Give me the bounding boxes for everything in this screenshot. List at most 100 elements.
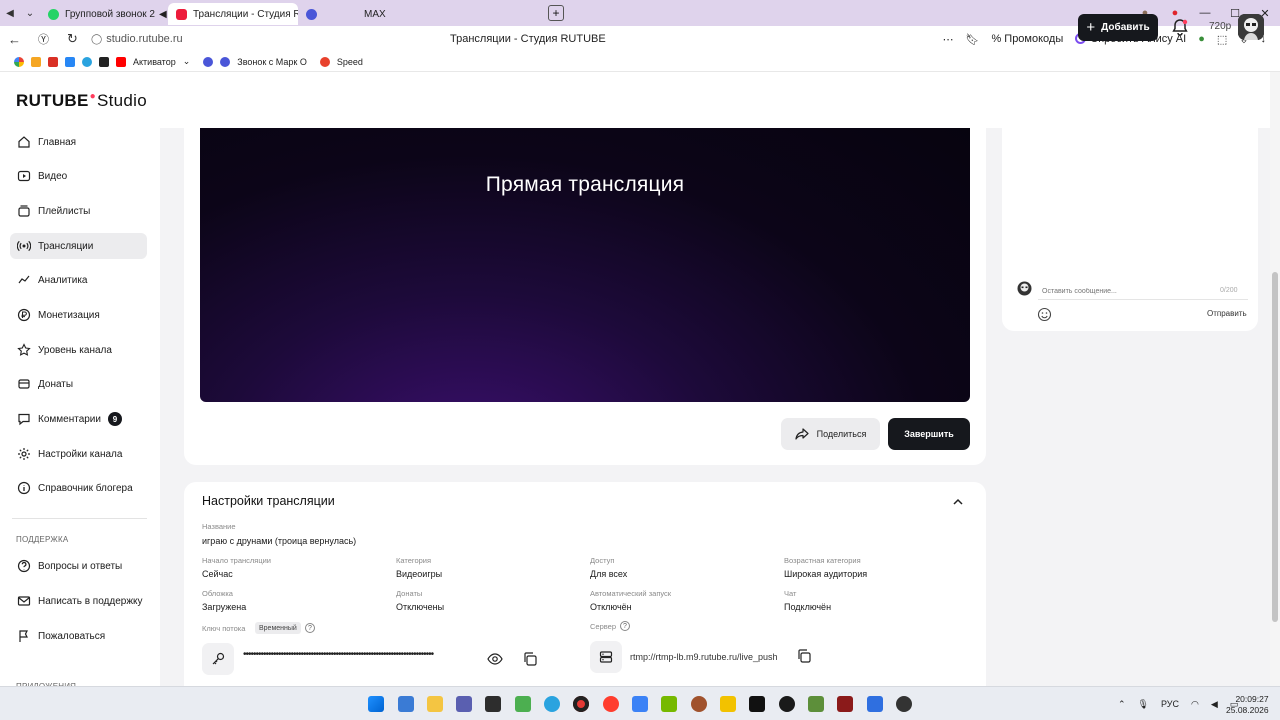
site-info-icon[interactable]: ◯ [91, 34, 102, 45]
sidebar-item-donations[interactable]: Донаты [10, 371, 147, 397]
eye-icon[interactable] [487, 651, 503, 667]
google-icon[interactable] [14, 56, 24, 67]
chat-message-input[interactable] [1038, 284, 1248, 300]
record-app-icon[interactable] [573, 696, 589, 712]
quality-label[interactable]: 720p [1209, 21, 1231, 32]
clock-date: 25.08.2026 [1226, 705, 1269, 715]
stream-key-button[interactable] [202, 643, 234, 675]
bell-icon[interactable] [1171, 18, 1189, 36]
image-app-icon[interactable] [515, 696, 531, 712]
unreal-icon[interactable] [779, 696, 795, 712]
mail-icon[interactable] [31, 56, 41, 67]
sidebar-item-monetization[interactable]: Монетизация [10, 302, 147, 328]
speed-icon[interactable] [319, 56, 330, 67]
blue-app-icon[interactable] [867, 696, 883, 712]
bookmarks-bar: Активатор ⌄ Звонок с Марк О Speed [0, 52, 1280, 72]
url-text[interactable]: studio.rutube.ru [106, 33, 182, 45]
send-message-button[interactable]: Отправить [1207, 309, 1247, 318]
sidebar-item-blogger-guide[interactable]: Справочник блогера [10, 475, 147, 501]
bookmark-call[interactable]: Звонок с Марк О [237, 57, 307, 67]
tabs-dropdown-icon[interactable]: ⌄ [20, 3, 40, 23]
field-value-chat: Подключён [784, 602, 832, 612]
share-button[interactable]: Поделиться [781, 418, 880, 450]
nvidia-icon[interactable] [661, 696, 677, 712]
file-explorer-icon[interactable] [427, 696, 443, 712]
sidebar-item-faq[interactable]: Вопросы и ответы [10, 553, 147, 579]
chevron-up-tray-icon[interactable]: ⌃ [1118, 699, 1126, 710]
yandex-browser-icon[interactable] [603, 696, 619, 712]
tab-blank[interactable] [298, 3, 338, 25]
new-tab-button[interactable]: + [548, 5, 564, 21]
more-icon[interactable]: ⋯ [942, 33, 953, 46]
bookmark-activator[interactable]: Активатор [133, 57, 176, 67]
tab-title: Групповой звонок 2 [65, 8, 155, 20]
yandex-icon[interactable]: Ⓨ [29, 31, 58, 47]
roblox-icon[interactable] [99, 56, 109, 67]
rutube-studio-logo[interactable]: RUTUBE●Studio [16, 91, 147, 111]
video-player[interactable]: Прямая трансляция [200, 128, 970, 402]
server-help-icon[interactable]: ? [620, 621, 630, 631]
promocodes-button[interactable]: % Промокоды [991, 33, 1063, 45]
field-label-start: Начало трансляции [202, 556, 271, 565]
sidebar-item-channel-level[interactable]: Уровень канала [10, 337, 147, 363]
sidebar-item-channel-settings[interactable]: Настройки канала [10, 441, 147, 467]
clock[interactable]: 20:09:27 25.08.2026 [1226, 694, 1269, 716]
call-app-icon[interactable] [203, 56, 214, 67]
tab-group-call[interactable]: Групповой звонок 2 ◀ [40, 3, 168, 25]
sidebar-item-home[interactable]: Главная [10, 129, 147, 155]
field-value-donations: Отключены [396, 602, 445, 612]
sidebar-item-analytics[interactable]: Аналитика [10, 267, 147, 293]
extension-icon[interactable]: ● [1198, 33, 1205, 45]
sidebar-item-video[interactable]: Видео [10, 163, 147, 189]
wifi-icon[interactable]: ◠ [1191, 699, 1199, 710]
terminal-app-icon[interactable] [485, 696, 501, 712]
game-app-icon[interactable] [456, 696, 472, 712]
obs-icon[interactable] [896, 696, 912, 712]
tab-rutube-studio[interactable]: Трансляции - Студия R ✕ [168, 3, 298, 25]
scrollbar-thumb[interactable] [1272, 272, 1278, 622]
windows-start-icon[interactable] [368, 696, 384, 712]
server-button[interactable] [590, 641, 622, 673]
add-button[interactable]: + Добавить [1078, 14, 1158, 41]
question-icon [17, 559, 31, 573]
emoji-icon[interactable] [1037, 307, 1052, 322]
telegram-taskbar-icon[interactable] [544, 696, 560, 712]
sidebar-item-write-support[interactable]: Написать в поддержку [10, 588, 147, 614]
telegram-icon[interactable] [82, 56, 92, 67]
red-app-icon[interactable] [837, 696, 853, 712]
language-indicator[interactable]: РУС [1161, 699, 1179, 709]
capcut-icon[interactable] [749, 696, 765, 712]
reload-icon[interactable]: ↻ [58, 31, 87, 47]
tab-max[interactable]: MAX [338, 3, 408, 25]
bookmark-speed[interactable]: Speed [337, 57, 363, 67]
sidebar-item-comments[interactable]: Комментарии 9 [10, 406, 147, 432]
call-app-icon-2[interactable] [220, 56, 231, 67]
finish-stream-button[interactable]: Завершить [888, 418, 970, 450]
copy-server-icon[interactable] [796, 648, 812, 664]
volume-icon[interactable]: ◀ [1211, 699, 1218, 710]
minimize-icon[interactable]: — [1190, 7, 1220, 19]
gmail-icon[interactable] [48, 56, 58, 67]
percent-icon: % [991, 33, 1005, 45]
back-icon[interactable]: ← [0, 32, 29, 47]
sidebar-item-playlists[interactable]: Плейлисты [10, 198, 147, 224]
bookmark-icon[interactable]: 🔖︎ [965, 33, 979, 46]
copy-key-icon[interactable] [522, 651, 538, 667]
notepad-icon[interactable] [398, 696, 414, 712]
user-avatar[interactable] [1238, 14, 1264, 40]
audio-icon[interactable]: ◀ [0, 3, 20, 23]
yellow-app-icon[interactable] [720, 696, 736, 712]
sidebar-item-report[interactable]: Пожаловаться [10, 623, 147, 649]
vk-icon[interactable] [65, 56, 75, 67]
minecraft-icon[interactable] [808, 696, 824, 712]
sidebar-item-streams[interactable]: Трансляции [10, 233, 147, 259]
stream-key-help-icon[interactable]: ? [305, 623, 315, 633]
field-value-category: Видеоигры [396, 569, 443, 579]
youtube-icon[interactable] [116, 56, 126, 67]
microphone-icon[interactable]: 🎙︎ [1138, 699, 1149, 710]
store-icon[interactable] [632, 696, 648, 712]
chevron-down-icon[interactable]: ⌄ [183, 56, 191, 67]
extensions-icon[interactable]: ⬚ [1217, 33, 1227, 46]
chevron-up-icon[interactable] [951, 496, 965, 508]
media-app-icon[interactable] [691, 696, 707, 712]
